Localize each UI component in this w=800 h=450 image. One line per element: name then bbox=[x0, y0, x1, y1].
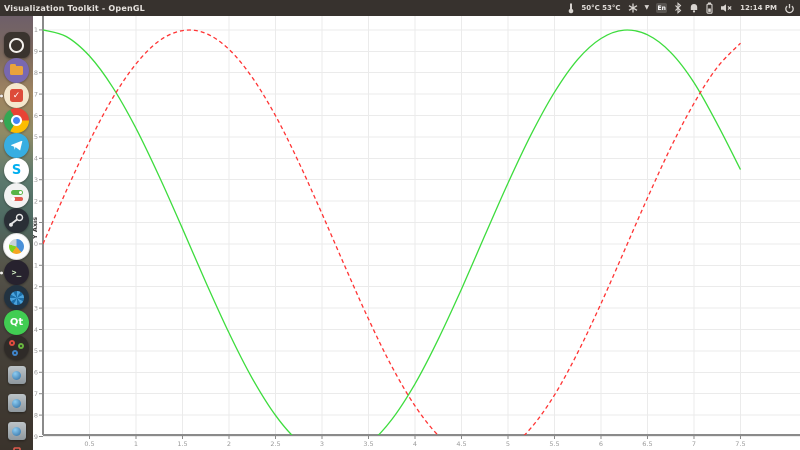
red-gear-icon bbox=[9, 340, 15, 346]
x-tick-label: 1 bbox=[134, 440, 138, 448]
x-tick-label: 4.5 bbox=[456, 440, 466, 448]
x-tick-label: 6.5 bbox=[642, 440, 652, 448]
y-tick-label: 0.6 bbox=[33, 112, 38, 120]
pie-chart-icon bbox=[9, 239, 24, 254]
dock-item-chrome[interactable] bbox=[4, 108, 29, 133]
temperature-indicator[interactable]: 50°C 53°C bbox=[581, 4, 620, 12]
volume-muted-icon[interactable] bbox=[720, 3, 733, 13]
y-tick-label: 0.2 bbox=[33, 197, 38, 205]
power-icon[interactable] bbox=[784, 3, 795, 14]
dock-item-settings[interactable] bbox=[4, 335, 29, 360]
x-tick-label: 3.5 bbox=[363, 440, 373, 448]
dock-item-app-window-3[interactable] bbox=[8, 422, 26, 440]
y-tick-label: -0.2 bbox=[33, 283, 38, 291]
snowflake-icon[interactable] bbox=[628, 3, 638, 13]
dock-item-photo-app[interactable] bbox=[4, 285, 29, 310]
y-tick-label: -0.4 bbox=[33, 326, 38, 334]
y-tick-label: 0.5 bbox=[33, 133, 38, 141]
dock-item-app-window-1[interactable] bbox=[8, 366, 26, 384]
x-tick-label: 2.5 bbox=[270, 440, 280, 448]
toggle-off-icon bbox=[11, 197, 23, 202]
running-indicator bbox=[0, 119, 3, 122]
window-title: Visualization Toolkit - OpenGL bbox=[0, 4, 145, 13]
network-indicator-icon[interactable]: ▼ bbox=[645, 5, 650, 11]
toggle-on-icon bbox=[11, 190, 23, 195]
y-tick-label: -0.1 bbox=[33, 262, 38, 270]
top-panel: Visualization Toolkit - OpenGL 50°C 53°C… bbox=[0, 0, 800, 16]
dock-item-tweaks[interactable] bbox=[4, 183, 29, 208]
dock-item-app-window-2[interactable] bbox=[8, 394, 26, 412]
dock-item-qt-creator[interactable]: Qt bbox=[4, 310, 29, 335]
x-tick-label: 1.5 bbox=[177, 440, 187, 448]
clock-indicator[interactable]: 12:14 PM bbox=[740, 4, 777, 12]
dock-item-steam[interactable] bbox=[4, 208, 29, 233]
y-tick-label: -0.3 bbox=[33, 304, 38, 312]
y-tick-label: 1 bbox=[34, 26, 38, 34]
y-tick-label: 0.8 bbox=[33, 69, 38, 77]
skype-icon: S bbox=[12, 163, 21, 178]
y-tick-label: 0.4 bbox=[33, 155, 38, 163]
dock-item-terminal[interactable]: >_ bbox=[4, 260, 29, 285]
dock-item-disk-usage[interactable] bbox=[3, 233, 30, 260]
indicator-area: 50°C 53°C ▼ En 12:14 PM bbox=[568, 2, 800, 14]
sin(x)-curve bbox=[43, 30, 741, 450]
launcher-dock: ✓ S >_ Qt bbox=[0, 16, 33, 450]
qt-icon: Qt bbox=[10, 317, 23, 328]
x-tick-label: 4 bbox=[413, 440, 417, 448]
y-tick-label: -0.7 bbox=[33, 390, 38, 398]
x-tick-label: 7 bbox=[692, 440, 696, 448]
y-tick-label: 0.7 bbox=[33, 90, 38, 98]
aperture-icon bbox=[10, 291, 24, 305]
notification-bell-icon[interactable] bbox=[689, 3, 699, 14]
green-gear-icon bbox=[18, 343, 24, 349]
y-tick-label: 0.3 bbox=[33, 176, 38, 184]
x-tick-label: 5 bbox=[506, 440, 510, 448]
x-tick-label: 5.5 bbox=[549, 440, 559, 448]
app-window-icon bbox=[12, 371, 21, 380]
y-tick-label: 0 bbox=[34, 240, 38, 248]
dock-item-skype[interactable]: S bbox=[4, 158, 29, 183]
x-tick-label: 3 bbox=[320, 440, 324, 448]
x-tick-label: 7.5 bbox=[735, 440, 745, 448]
chrome-icon bbox=[11, 115, 22, 126]
ubuntu-logo-icon bbox=[9, 38, 24, 53]
y-tick-label: -0.6 bbox=[33, 369, 38, 377]
x-tick-label: 0.5 bbox=[84, 440, 94, 448]
app-window-icon bbox=[12, 427, 21, 436]
running-indicator bbox=[0, 94, 3, 97]
planner-check-icon: ✓ bbox=[10, 89, 23, 102]
battery-icon[interactable] bbox=[706, 2, 713, 14]
blue-gear-icon bbox=[12, 350, 18, 356]
telegram-plane-icon bbox=[11, 141, 23, 151]
y-tick-label: -0.8 bbox=[33, 411, 38, 419]
x-tick-label: 2 bbox=[227, 440, 231, 448]
folder-icon bbox=[10, 66, 23, 75]
bluetooth-icon[interactable] bbox=[674, 2, 682, 14]
y-tick-label: 0.9 bbox=[33, 48, 38, 56]
desktop: Visualization Toolkit - OpenGL 50°C 53°C… bbox=[0, 0, 800, 450]
dock-item-planner[interactable]: ✓ bbox=[4, 83, 29, 108]
running-indicator bbox=[0, 271, 3, 274]
keyboard-layout-indicator[interactable]: En bbox=[656, 3, 667, 13]
dock-item-telegram[interactable] bbox=[4, 133, 29, 158]
vtk-render-window[interactable]: 0.5 1 1.5 2 2.5 3 3.5 4 4.5 5 5.5 6 6.5 7 7.5 1 0.9 0.8 0.… bbox=[33, 16, 800, 450]
y-tick-label: -0.5 bbox=[33, 347, 38, 355]
y-axis-title: Y Axis bbox=[33, 217, 39, 240]
y-tick-label: -0.9 bbox=[33, 433, 38, 441]
x-tick-label: 6 bbox=[599, 440, 603, 448]
ubuntu-launcher-button[interactable] bbox=[4, 32, 30, 58]
vtk-chart-canvas[interactable]: 0.5 1 1.5 2 2.5 3 3.5 4 4.5 5 5.5 6 6.5 7 7.5 1 0.9 0.8 0.… bbox=[33, 16, 800, 450]
cos(x)-curve bbox=[43, 30, 741, 450]
steam-icon bbox=[6, 210, 27, 231]
app-window-icon bbox=[12, 399, 21, 408]
terminal-prompt-icon: >_ bbox=[12, 268, 22, 277]
thermometer-icon[interactable] bbox=[568, 2, 574, 14]
dock-item-files[interactable] bbox=[4, 58, 29, 83]
